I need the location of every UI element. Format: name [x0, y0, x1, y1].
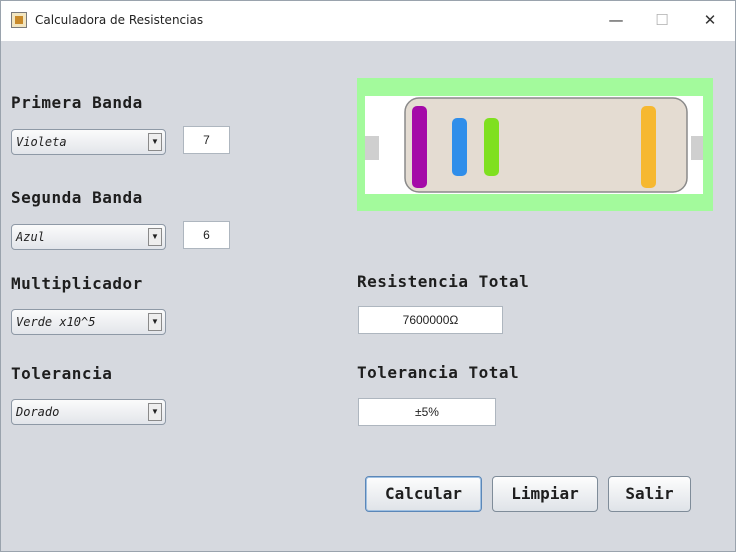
first-band-value: 7 [183, 126, 230, 154]
resistor-illustration [357, 78, 713, 211]
second-band-select[interactable]: Azul ▼ [11, 224, 166, 250]
chevron-down-icon: ▼ [148, 403, 162, 421]
chevron-down-icon: ▼ [148, 313, 162, 331]
first-band-select[interactable]: Violeta ▼ [11, 129, 166, 155]
band-1 [412, 106, 427, 188]
total-tolerance-value: ±5% [358, 398, 496, 426]
band-4 [641, 106, 656, 188]
app-icon [11, 12, 27, 28]
calculator-window: Calculadora de Resistencias — ☐ ✕ Primer… [0, 0, 736, 552]
multiplier-label: Multiplicador [11, 274, 143, 293]
clear-button[interactable]: Limpiar [492, 476, 598, 512]
tolerance-label: Tolerancia [11, 364, 113, 383]
band-3 [484, 118, 499, 176]
chevron-down-icon: ▼ [148, 228, 162, 246]
second-band-label: Segunda Banda [11, 188, 143, 207]
chevron-down-icon: ▼ [148, 133, 162, 151]
maximize-button[interactable]: ☐ [649, 9, 675, 31]
exit-button[interactable]: Salir [608, 476, 691, 512]
multiplier-selected: Verde x10^5 [16, 315, 96, 329]
calculate-button[interactable]: Calcular [365, 476, 482, 512]
close-button[interactable]: ✕ [697, 9, 723, 31]
tolerance-selected: Dorado [16, 405, 60, 419]
title-bar[interactable]: Calculadora de Resistencias — ☐ ✕ [1, 1, 735, 41]
second-band-selected: Azul [16, 230, 45, 244]
first-band-selected: Violeta [16, 135, 67, 149]
tolerance-select[interactable]: Dorado ▼ [11, 399, 166, 425]
minimize-button[interactable]: — [603, 9, 629, 31]
first-band-label: Primera Banda [11, 93, 143, 112]
multiplier-select[interactable]: Verde x10^5 ▼ [11, 309, 166, 335]
total-tolerance-label: Tolerancia Total [357, 363, 520, 382]
total-resistance-label: Resistencia Total [357, 272, 530, 291]
resistor-image [357, 78, 713, 211]
second-band-value: 6 [183, 221, 230, 249]
window-title: Calculadora de Resistencias [35, 13, 204, 27]
total-resistance-value: 7600000Ω [358, 306, 503, 334]
band-2 [452, 118, 467, 176]
